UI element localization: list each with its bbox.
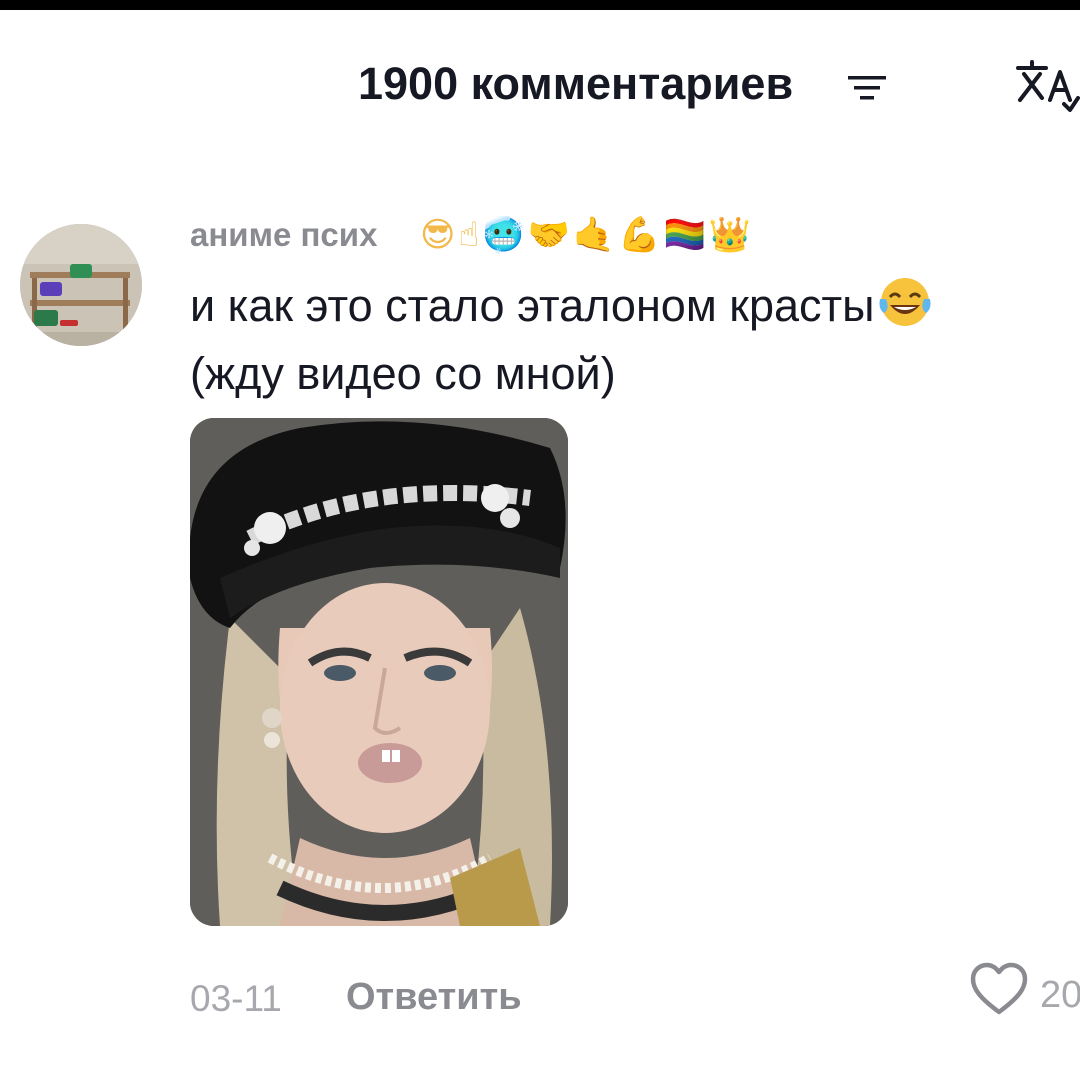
comment-text: и как это стало эталоном красты (жду вид… (190, 272, 1050, 408)
emoji-rainbow-flag-icon: 🏳️‍🌈 (663, 215, 706, 255)
comment-image[interactable] (190, 418, 568, 926)
like-count: 20 (1040, 974, 1080, 1016)
comment-text-line1: и как это стало эталоном красты (190, 280, 875, 331)
emoji-crown-icon: 👑 (708, 215, 752, 255)
comment-line-1: и как это стало эталоном красты (190, 272, 1050, 340)
emoji-handshake-icon: 🤝 (527, 215, 570, 255)
emoji-cool-icon: 😎 (420, 215, 456, 255)
comment-date: 03-11 (190, 978, 282, 1019)
emoji-muscle-icon: 💪 (618, 215, 661, 255)
heart-outline-icon[interactable] (970, 962, 1028, 1016)
emoji-point-up-icon: ☝ (458, 215, 480, 255)
comment-text-line2: (жду видео со мной) (190, 348, 616, 399)
tears-of-joy-emoji-icon (879, 278, 931, 326)
comments-count-title: 1900 комментариев (358, 58, 794, 109)
top-edge-bar (0, 0, 1080, 10)
sort-lines-icon[interactable] (846, 72, 888, 104)
emoji-call-me-icon: 🤙 (572, 215, 616, 255)
reply-button[interactable]: Ответить (346, 976, 522, 1019)
username-emoji-row: 😎 ☝ 🥶 🤝 🤙 💪 🏳️‍🌈 👑 (420, 210, 751, 260)
translate-icon[interactable] (1012, 56, 1080, 114)
comment-username[interactable]: аниме псих (190, 216, 377, 254)
emoji-cold-face-icon: 🥶 (482, 215, 525, 255)
avatar[interactable] (20, 224, 142, 346)
